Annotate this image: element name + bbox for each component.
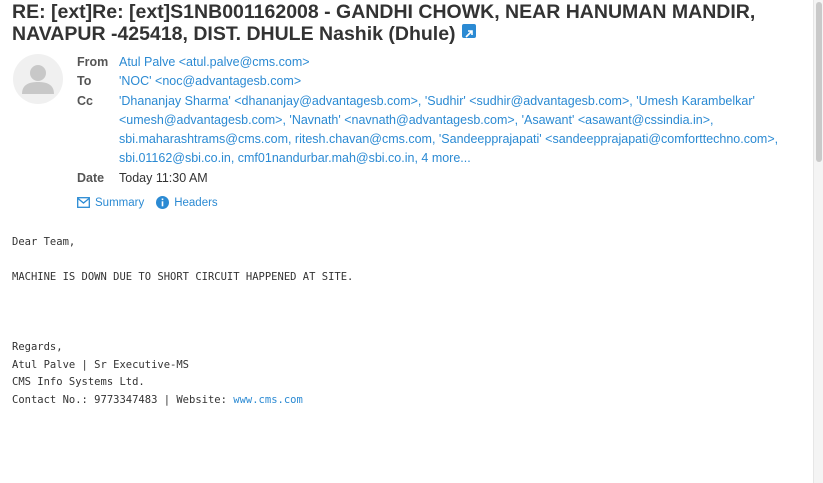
greeting: Dear Team, — [12, 236, 76, 248]
view-links: Summary Headers — [77, 196, 230, 209]
scrollbar[interactable] — [813, 0, 823, 483]
to-label: To — [77, 74, 92, 89]
envelope-icon — [77, 197, 90, 208]
date-label: Date — [77, 170, 105, 185]
scrollbar-thumb[interactable] — [816, 2, 822, 162]
to-row: To 'NOC' <noc@advantagesb.com> — [77, 72, 797, 91]
cc-line[interactable]: sbi.maharashtrams@cms.com, ritesh.chavan… — [119, 132, 778, 146]
message-text: MACHINE IS DOWN DUE TO SHORT CIRCUIT HAP… — [12, 271, 354, 283]
date-row: Date Today 11:30 AM — [77, 169, 797, 188]
regards: Regards, — [12, 341, 63, 353]
summary-label[interactable]: Summary — [95, 197, 144, 209]
from-address-link[interactable]: Atul Palve <atul.palve@cms.com> — [119, 53, 797, 72]
cc-line[interactable]: <umesh@advantagesb.com>, 'Navnath' <navn… — [119, 113, 714, 127]
cc-line[interactable]: 'Dhananjay Sharma' <dhananjay@advantages… — [119, 94, 755, 108]
cc-line[interactable]: sbi.01162@sbi.co.in, cmf01nandurbar.mah@… — [119, 151, 471, 165]
email-subject: RE: [ext]Re: [ext]S1NB001162008 - GANDHI… — [12, 1, 802, 45]
subject-text: RE: [ext]Re: [ext]S1NB001162008 - GANDHI… — [12, 1, 756, 45]
email-headers: From Atul Palve <atul.palve@cms.com> To … — [77, 53, 797, 188]
headers-label[interactable]: Headers — [174, 197, 217, 209]
headers-link[interactable]: Headers — [156, 196, 218, 209]
cc-addresses[interactable]: 'Dhananjay Sharma' <dhananjay@advantages… — [119, 92, 797, 169]
website-link[interactable]: www.cms.com — [233, 394, 303, 406]
date-value: Today 11:30 AM — [119, 170, 208, 185]
from-row: From Atul Palve <atul.palve@cms.com> — [77, 53, 797, 72]
cc-label: Cc — [77, 93, 93, 108]
summary-link[interactable]: Summary — [77, 197, 144, 209]
signature-contact: Contact No.: 9773347483 | Website: — [12, 393, 234, 406]
signature-company: CMS Info Systems Ltd. — [12, 376, 145, 388]
email-body: Dear Team, MACHINE IS DOWN DUE TO SHORT … — [12, 234, 772, 409]
from-label: From — [77, 55, 109, 69]
signature-name: Atul Palve | Sr Executive-MS — [12, 358, 190, 371]
user-silhouette-icon — [22, 65, 54, 94]
to-address-link[interactable]: 'NOC' <noc@advantagesb.com> — [119, 72, 797, 91]
info-icon — [156, 196, 170, 209]
open-external-icon[interactable] — [461, 24, 476, 38]
avatar — [13, 54, 63, 104]
cc-row: Cc 'Dhananjay Sharma' <dhananjay@advanta… — [77, 92, 797, 169]
